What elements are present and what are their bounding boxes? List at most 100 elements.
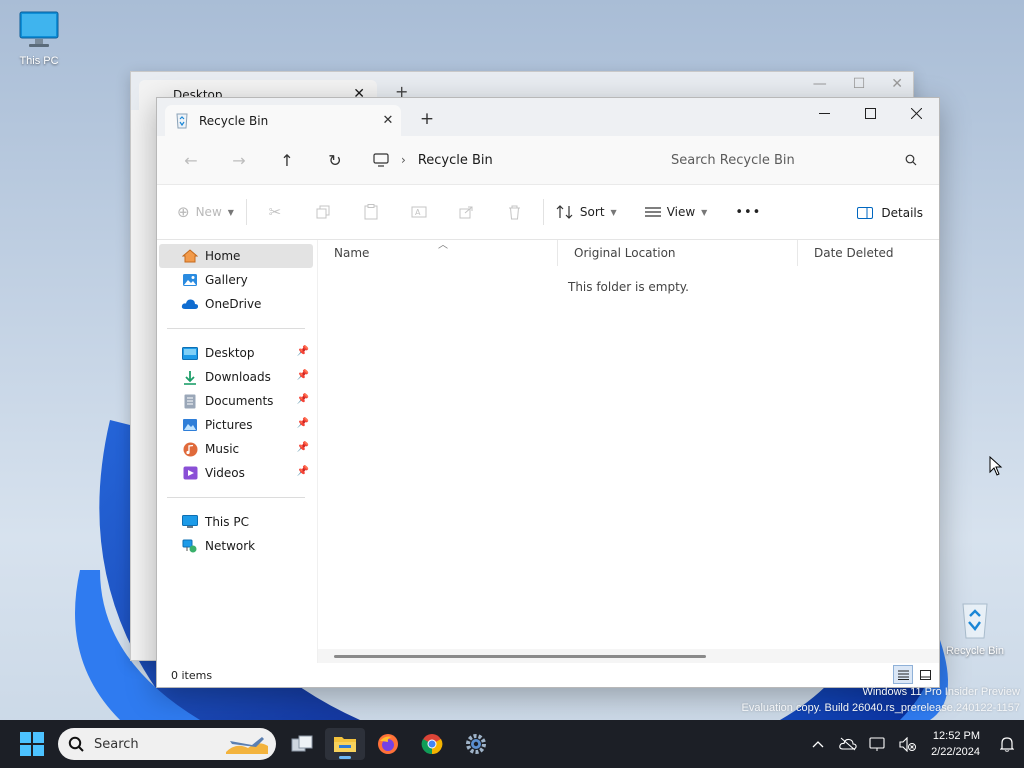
recycle-bin-icon <box>962 603 988 639</box>
home-icon <box>182 249 198 263</box>
window-body: Home Gallery OneDrive Desktop 📌 Download… <box>157 240 939 663</box>
view-toggle <box>893 665 935 684</box>
notifications-button[interactable] <box>990 736 1024 752</box>
search-input[interactable] <box>671 152 905 168</box>
details-view-button[interactable] <box>893 665 913 684</box>
desktop-icon-recycle-bin[interactable]: Recycle Bin <box>940 600 1010 657</box>
explorer-window[interactable]: Recycle Bin ✕ + ← → ↑ ↻ › Recycle Bin Se… <box>156 97 940 688</box>
copy-button[interactable] <box>299 196 347 228</box>
new-label: New <box>195 205 222 219</box>
file-explorer-app[interactable] <box>325 728 365 760</box>
watermark-line: Windows 11 Pro Insider Preview <box>862 686 1020 698</box>
network-icon <box>869 736 885 751</box>
close-icon[interactable]: ✕ <box>891 76 903 92</box>
scrollbar-thumb[interactable] <box>334 655 706 658</box>
nav-item-network[interactable]: Network <box>159 534 313 558</box>
pin-icon[interactable]: 📌 <box>297 394 309 405</box>
copy-icon <box>316 205 330 219</box>
breadcrumb[interactable]: › Recycle Bin <box>365 144 655 176</box>
monitor-icon <box>373 153 389 167</box>
taskbar: Search 12:52 PM 2/22/2024 <box>0 720 1024 768</box>
clock-date: 2/22/2024 <box>931 746 980 758</box>
active-indicator <box>339 756 351 759</box>
divider <box>542 199 544 225</box>
nav-item-documents[interactable]: Documents 📌 <box>159 389 313 413</box>
network-tray-button[interactable] <box>863 736 893 752</box>
sort-icon <box>556 205 573 219</box>
settings-app[interactable] <box>456 728 496 760</box>
evaluation-watermark: Windows 11 Pro Insider Preview Evaluatio… <box>742 684 1020 716</box>
new-tab-icon[interactable]: + <box>415 109 439 129</box>
volume-tray-button[interactable] <box>893 736 923 752</box>
nav-item-music[interactable]: Music 📌 <box>159 437 313 461</box>
monitor-icon <box>19 11 59 47</box>
clock[interactable]: 12:52 PM 2/22/2024 <box>923 728 990 760</box>
pin-icon[interactable]: 📌 <box>297 418 309 429</box>
paste-button[interactable] <box>347 196 395 228</box>
scissors-icon: ✂ <box>268 203 282 221</box>
nav-item-onedrive[interactable]: OneDrive <box>159 292 313 316</box>
more-options-button[interactable]: ••• <box>727 196 769 228</box>
pin-icon[interactable]: 📌 <box>297 346 309 357</box>
tiles-view-button[interactable] <box>915 665 935 684</box>
gallery-icon <box>183 274 197 286</box>
rename-button[interactable]: A <box>395 196 443 228</box>
chevron-right-icon[interactable]: › <box>401 153 406 167</box>
cloud-icon <box>181 299 199 309</box>
horizontal-scrollbar[interactable] <box>318 649 939 663</box>
nav-item-this-pc[interactable]: This PC <box>159 510 313 534</box>
forward-button[interactable]: → <box>215 144 263 176</box>
up-button[interactable]: ↑ <box>263 144 311 176</box>
start-button[interactable] <box>20 732 44 759</box>
close-button[interactable] <box>893 98 939 128</box>
show-hidden-icons-button[interactable] <box>803 740 833 748</box>
clipboard-icon <box>364 204 378 220</box>
nav-item-downloads[interactable]: Downloads 📌 <box>159 365 313 389</box>
pin-icon[interactable]: 📌 <box>297 442 309 453</box>
firefox-app[interactable] <box>368 728 408 760</box>
new-button[interactable]: ⊕ New ▼ <box>169 196 242 228</box>
nav-item-gallery[interactable]: Gallery <box>159 268 313 292</box>
desktop-icon-label: This PC <box>19 55 59 67</box>
details-button[interactable]: Details <box>857 197 923 229</box>
chevron-up-icon: ︿ <box>438 240 448 251</box>
tab-recycle-bin[interactable]: Recycle Bin ✕ <box>165 105 401 136</box>
pin-icon[interactable]: 📌 <box>297 370 309 381</box>
minimize-button[interactable] <box>801 98 847 128</box>
pin-icon[interactable]: 📌 <box>297 466 309 477</box>
details-pane-icon <box>857 207 874 219</box>
nav-item-desktop[interactable]: Desktop 📌 <box>159 341 313 365</box>
nav-item-label: Downloads <box>205 370 271 384</box>
navigation-pane: Home Gallery OneDrive Desktop 📌 Download… <box>157 240 317 663</box>
column-header-date-deleted[interactable]: Date Deleted <box>798 240 938 266</box>
nav-item-label: Videos <box>205 466 245 480</box>
column-header-original-location[interactable]: Original Location <box>558 240 798 266</box>
arrow-left-icon: ← <box>184 150 198 170</box>
view-button[interactable]: View ▼ <box>637 196 716 228</box>
share-button[interactable] <box>443 196 491 228</box>
chrome-app[interactable] <box>412 728 452 760</box>
search-icon[interactable] <box>905 154 917 166</box>
view-label: View <box>666 205 696 219</box>
nav-item-videos[interactable]: Videos 📌 <box>159 461 313 485</box>
delete-button[interactable] <box>491 196 539 228</box>
sort-button[interactable]: Sort ▼ <box>548 196 625 228</box>
nav-item-pictures[interactable]: Pictures 📌 <box>159 413 313 437</box>
close-tab-icon[interactable]: ✕ <box>375 113 401 128</box>
refresh-icon: ↻ <box>328 150 342 170</box>
title-bar: Recycle Bin ✕ + <box>157 98 939 136</box>
share-icon <box>459 206 473 219</box>
back-button[interactable]: ← <box>167 144 215 176</box>
breadcrumb-item[interactable]: Recycle Bin <box>418 153 493 168</box>
refresh-button[interactable]: ↻ <box>311 144 359 176</box>
cut-button[interactable]: ✂ <box>251 196 299 228</box>
minimize-icon[interactable]: — <box>813 76 827 92</box>
taskbar-search[interactable]: Search <box>58 728 276 760</box>
maximize-icon[interactable]: ☐ <box>853 76 866 92</box>
nav-item-home[interactable]: Home <box>159 244 313 268</box>
task-view-button[interactable] <box>282 728 322 760</box>
nav-item-label: Documents <box>205 394 274 408</box>
maximize-button[interactable] <box>847 98 893 128</box>
onedrive-tray-button[interactable] <box>833 737 863 751</box>
desktop-icon-this-pc[interactable]: This PC <box>4 10 74 67</box>
